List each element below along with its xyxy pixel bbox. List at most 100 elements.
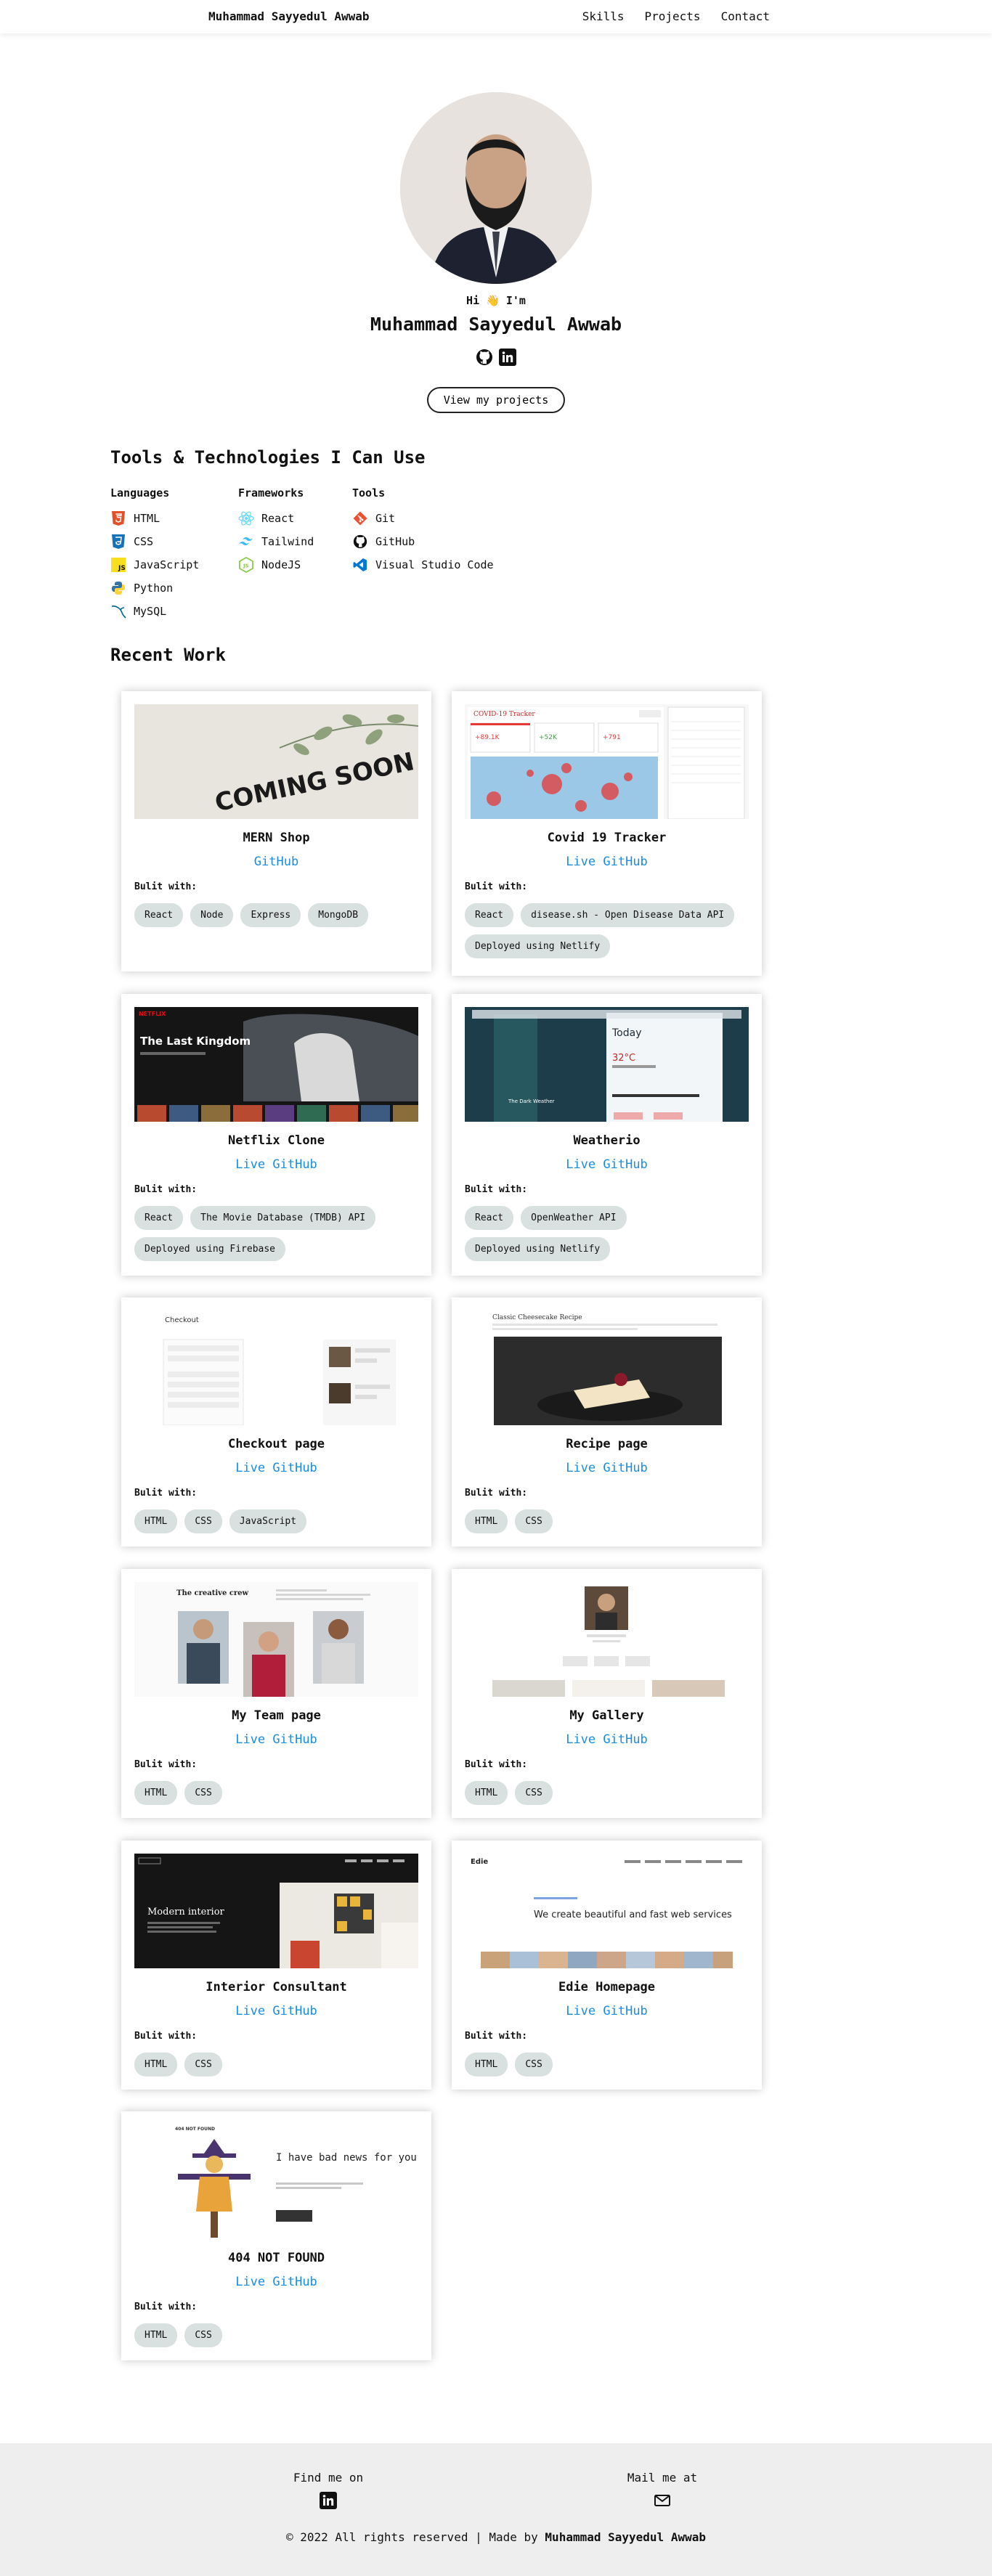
built-with-label: Bulit with: [134,2302,198,2312]
tailwind-icon [238,534,254,550]
project-thumbnail[interactable]: COVID-19 Tracker +89.1K +52K +791 [465,704,749,819]
top-nav: Muhammad Sayyedul Awwab Skills Projects … [0,0,992,33]
svg-text:Modern interior: Modern interior [147,1907,225,1917]
tech-tag: React [134,903,184,927]
svg-text:+89.1K: +89.1K [475,734,500,741]
skill-item: JS NodeJS [238,553,314,576]
project-thumbnail[interactable] [465,1582,749,1697]
built-with-label: Bulit with: [465,1184,528,1195]
project-title: My Gallery [569,1708,644,1723]
tech-tag: HTML [134,1781,178,1805]
tech-tag: CSS [515,2053,553,2076]
project-title: Netflix Clone [227,1133,325,1148]
javascript-icon: JS [110,557,126,573]
svg-text:We create beautiful and fast w: We create beautiful and fast web service… [534,1909,732,1920]
built-with-label: Bulit with: [465,2031,528,2042]
project-live-github-link[interactable]: Live GitHub [121,1461,431,1475]
svg-text:COVID-19 Tracker: COVID-19 Tracker [473,711,535,718]
linkedin-icon[interactable] [499,349,516,366]
tech-tag: Deployed using Netlify [465,934,611,958]
project-live-github-link[interactable]: Live GitHub [452,2004,762,2018]
project-thumbnail[interactable]: The Last Kingdom NETFLIX [134,1007,418,1122]
tech-tags: HTML CSS JavaScript [134,1509,418,1533]
svg-text:Edie: Edie [471,1858,488,1866]
hero-social-links [0,349,992,366]
svg-text:The creative crew: The creative crew [176,1589,249,1597]
skills-group-title: Languages [110,486,170,500]
project-live-github-link[interactable]: Live GitHub [452,1732,762,1747]
project-github-link[interactable]: GitHub [121,855,431,869]
project-thumbnail[interactable]: Edie We create beautiful and fast web se… [465,1854,749,1968]
tech-tag: HTML [134,1509,178,1533]
project-card-mern-shop: COMING SOON MERN Shop GitHub Bulit with:… [121,691,431,971]
hero-name: Muhammad Sayyedul Awwab [370,314,622,335]
html5-icon [110,510,126,526]
project-live-github-link[interactable]: Live GitHub [121,1732,431,1747]
project-title: 404 NOT FOUND [227,2251,325,2265]
github-icon[interactable] [476,349,493,366]
project-live-github-link[interactable]: Live GitHub [121,2275,431,2289]
envelope-icon[interactable] [654,2492,671,2509]
nodejs-icon: JS [238,557,254,573]
svg-text:JS: JS [118,565,126,572]
svg-text:The Last Kingdom: The Last Kingdom [140,1035,251,1048]
tech-tag: disease.sh - Open Disease Data API [521,903,735,927]
project-thumbnail[interactable]: The creative crew [134,1582,418,1697]
project-thumbnail[interactable]: Classic Cheesecake Recipe [465,1311,749,1425]
project-card-weatherio: Today 32°C The Dark Weather Weatherio Li… [452,994,762,1276]
project-title: Interior Consultant [206,1980,347,1994]
project-live-github-link[interactable]: Live GitHub [452,1157,762,1172]
skills-group-title: Tools [352,486,386,500]
tech-tag: Deployed using Netlify [465,1237,611,1261]
nav-link-skills[interactable]: Skills [582,9,625,23]
built-with-label: Bulit with: [465,1488,528,1499]
tech-tag: React [465,903,514,927]
footer: Find me on Mail me at © 2022 All rights … [0,2443,992,2576]
tech-tag: HTML [134,2053,178,2076]
brand-name[interactable]: Muhammad Sayyedul Awwab [208,9,370,23]
find-me-section: Find me on [292,2471,365,2509]
tech-tags: HTML CSS [465,2053,749,2076]
github-icon [352,534,368,550]
project-thumbnail[interactable]: Checkout [134,1311,418,1425]
skill-item: React [238,507,314,530]
project-thumbnail[interactable]: COMING SOON [134,704,418,819]
nav-link-projects[interactable]: Projects [645,9,701,23]
project-title: Weatherio [573,1133,641,1148]
project-thumbnail[interactable]: 404 NOT FOUND I have bad news for you [134,2124,418,2239]
project-live-github-link[interactable]: Live GitHub [452,1461,762,1475]
tech-tag: CSS [515,1781,553,1805]
skills-group-frameworks: Frameworks React Tailwind JS NodeJS [238,486,314,576]
svg-text:NETFLIX: NETFLIX [139,1011,166,1017]
svg-text:+791: +791 [603,734,621,741]
project-live-github-link[interactable]: Live GitHub [452,855,762,869]
linkedin-icon[interactable] [320,2492,337,2509]
recent-work-title: Recent Work [110,645,226,665]
tech-tag: CSS [184,2053,222,2076]
skill-item: MySQL [110,600,199,623]
project-thumbnail[interactable]: Modern interior [134,1854,418,1968]
copyright: © 2022 All rights reserved | Made by Muh… [0,2530,992,2544]
tech-tag: CSS [515,1509,553,1533]
git-icon [352,510,368,526]
project-live-github-link[interactable]: Live GitHub [121,2004,431,2018]
css3-icon [110,534,126,550]
tech-tag: Node [190,903,234,927]
nav-link-contact[interactable]: Contact [721,9,770,23]
tech-tag: JavaScript [229,1509,307,1533]
project-card-edie-homepage: Edie We create beautiful and fast web se… [452,1841,762,2090]
tech-tags: HTML CSS [465,1509,749,1533]
built-with-label: Bulit with: [465,881,528,892]
skills-group-tools: Tools Git GitHub Visual Studio Code [352,486,494,576]
view-projects-button[interactable]: View my projects [427,387,565,413]
copyright-author: Muhammad Sayyedul Awwab [545,2530,706,2544]
project-live-github-link[interactable]: Live GitHub [121,1157,431,1172]
svg-text:The Dark Weather: The Dark Weather [508,1099,555,1104]
skill-item: GitHub [352,530,494,553]
tech-tags: HTML CSS [134,2053,418,2076]
project-thumbnail[interactable]: Today 32°C The Dark Weather [465,1007,749,1122]
tech-tags: React The Movie Database (TMDB) API Depl… [134,1206,418,1261]
project-card-404-not-found: 404 NOT FOUND I have bad news for you 40… [121,2111,431,2360]
tech-tag: The Movie Database (TMDB) API [190,1206,376,1230]
tech-tag: MongoDB [308,903,369,927]
